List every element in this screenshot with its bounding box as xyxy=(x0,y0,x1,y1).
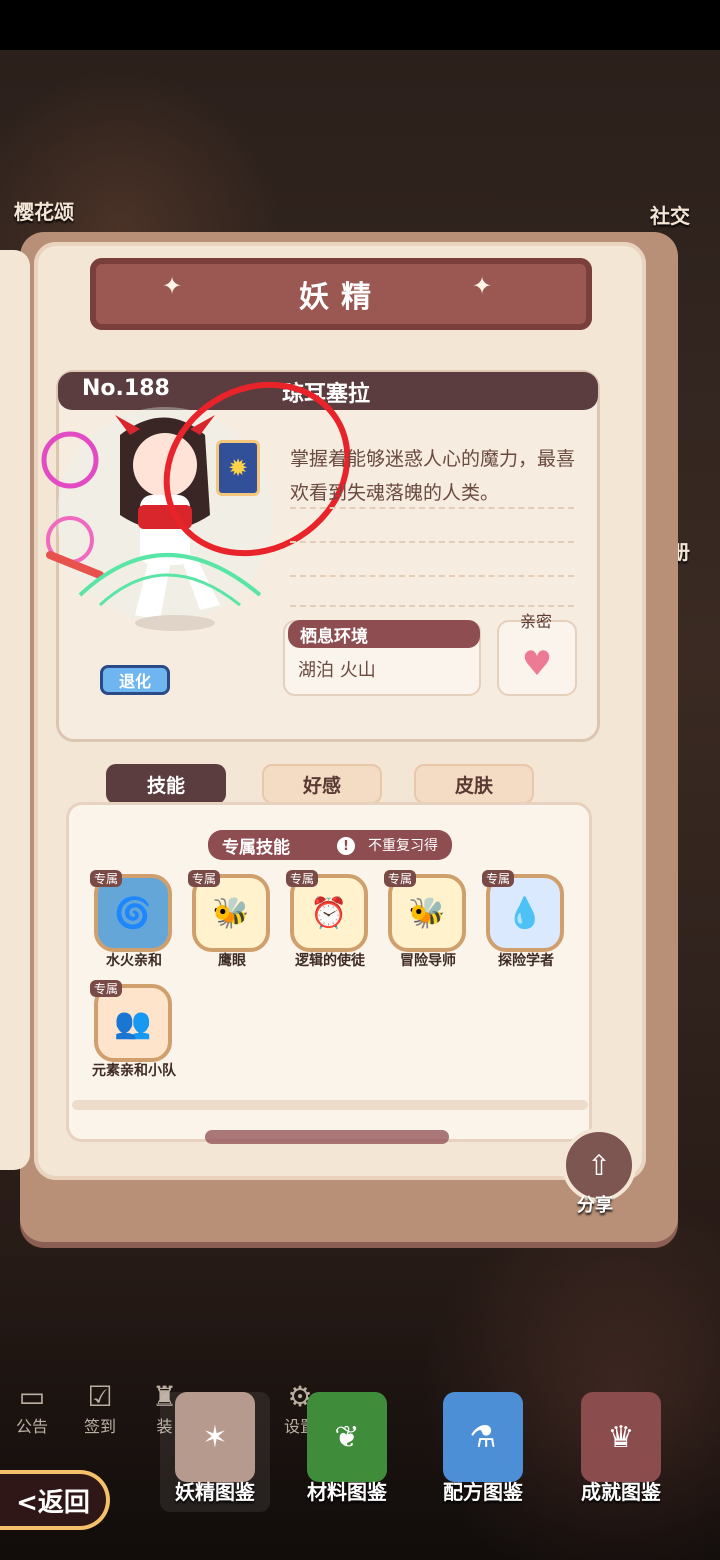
skills-section-note: 不重复习得 xyxy=(368,837,438,854)
achievement-book-icon: ♛ xyxy=(581,1392,661,1482)
announcement-tab[interactable]: ▭ 公告 xyxy=(16,1380,48,1437)
ruled-line xyxy=(290,541,574,543)
recipe-book-tab[interactable]: ⚗ 配方图鉴 xyxy=(428,1392,538,1512)
achievement-book-tab[interactable]: ♛ 成就图鉴 xyxy=(566,1392,676,1512)
signin-label: 签到 xyxy=(84,1417,117,1436)
skill-name: 鹰眼 xyxy=(218,953,246,969)
material-book-label: 材料图鉴 xyxy=(307,1480,387,1504)
share-icon: ⇧ xyxy=(587,1148,611,1182)
book-left-page xyxy=(0,250,30,1170)
tab-skins[interactable]: 皮肤 xyxy=(414,764,534,804)
status-bar xyxy=(0,0,720,50)
tarot-card-icon: ✹ xyxy=(216,440,260,496)
ruled-line xyxy=(290,605,574,607)
signin-tab[interactable]: ☑ 签到 xyxy=(84,1380,116,1437)
section-divider xyxy=(72,1100,588,1110)
skill-item[interactable]: 👥 专属 元素亲和小队 xyxy=(90,980,178,1084)
habitat-value: 湖泊 火山 xyxy=(298,660,376,681)
tab-affection[interactable]: 好感 xyxy=(262,764,382,804)
skill-tag: 专属 xyxy=(482,870,515,887)
habitat-label: 栖息环境 xyxy=(288,620,480,648)
skill-item[interactable]: 💧 专属 探险学者 xyxy=(482,870,570,974)
tab-skills[interactable]: 技能 xyxy=(106,764,226,804)
sparkle-icon: ✦ xyxy=(162,272,183,300)
skill-item[interactable]: ⏰ 专属 逻辑的使徒 xyxy=(286,870,374,974)
fairy-book-tab[interactable]: ✶ 妖精图鉴 xyxy=(160,1392,270,1512)
skill-tag: 专属 xyxy=(90,870,123,887)
event-badge-label: 樱花颂 xyxy=(14,200,74,224)
tab-skins-label: 皮肤 xyxy=(454,774,493,797)
recipe-book-label: 配方图鉴 xyxy=(443,1480,523,1504)
calendar-icon: ☑ xyxy=(87,1380,113,1413)
tab-affection-label: 好感 xyxy=(302,774,341,797)
intimacy-label: 亲密 xyxy=(519,612,552,631)
back-button[interactable]: <返回 xyxy=(0,1470,110,1530)
heart-icon: ♥ xyxy=(521,644,553,684)
skill-name: 探险学者 xyxy=(498,953,554,969)
sparkle-icon: ✦ xyxy=(472,272,493,300)
devolve-button[interactable]: 退化 xyxy=(100,665,170,695)
right-menu-social[interactable]: 社交 xyxy=(650,200,690,229)
tab-skills-label: 技能 xyxy=(146,774,185,797)
material-book-tab[interactable]: ❦ 材料图鉴 xyxy=(292,1392,402,1512)
next-section-header xyxy=(205,1130,449,1144)
devolve-label: 退化 xyxy=(118,672,151,691)
skill-name: 逻辑的使徒 xyxy=(295,953,365,969)
skill-tag: 专属 xyxy=(90,980,123,997)
fairy-book-icon: ✶ xyxy=(175,1392,255,1482)
fairy-description: 掌握着能够迷惑人心的魔力，最喜欢看到失魂落魄的人类。 xyxy=(290,448,576,504)
skill-name: 元素亲和小队 xyxy=(92,1063,176,1079)
ruled-line xyxy=(290,507,574,509)
announcement-label: 公告 xyxy=(16,1417,49,1436)
skill-item[interactable]: 🌀 专属 水火亲和 xyxy=(90,870,178,974)
share-label: 分享 xyxy=(577,1195,613,1216)
exclusive-skills-header: 专属技能 ! 不重复习得 xyxy=(208,830,452,860)
skills-note-wrap: ! 不重复习得 xyxy=(336,835,438,856)
skill-tag: 专属 xyxy=(188,870,221,887)
skill-tag: 专属 xyxy=(384,870,417,887)
skills-section-title: 专属技能 xyxy=(222,837,290,858)
recipe-book-icon: ⚗ xyxy=(443,1392,523,1482)
event-badge[interactable]: 樱花颂 xyxy=(14,196,74,225)
material-book-icon: ❦ xyxy=(307,1392,387,1482)
announcement-icon: ▭ xyxy=(18,1380,46,1413)
skill-tag: 专属 xyxy=(286,870,319,887)
ruled-line xyxy=(290,575,574,577)
fairy-book-label: 妖精图鉴 xyxy=(175,1480,255,1504)
achievement-book-label: 成就图鉴 xyxy=(581,1480,661,1504)
back-label: <返回 xyxy=(16,1487,90,1518)
skill-item[interactable]: 🐝 专属 冒险导师 xyxy=(384,870,472,974)
skill-name: 水火亲和 xyxy=(106,953,162,969)
warning-icon: ! xyxy=(336,837,355,856)
skill-name: 冒险导师 xyxy=(400,953,456,969)
page-title: 妖精 xyxy=(299,280,383,315)
skill-item[interactable]: 🐝 专属 鹰眼 xyxy=(188,870,276,974)
